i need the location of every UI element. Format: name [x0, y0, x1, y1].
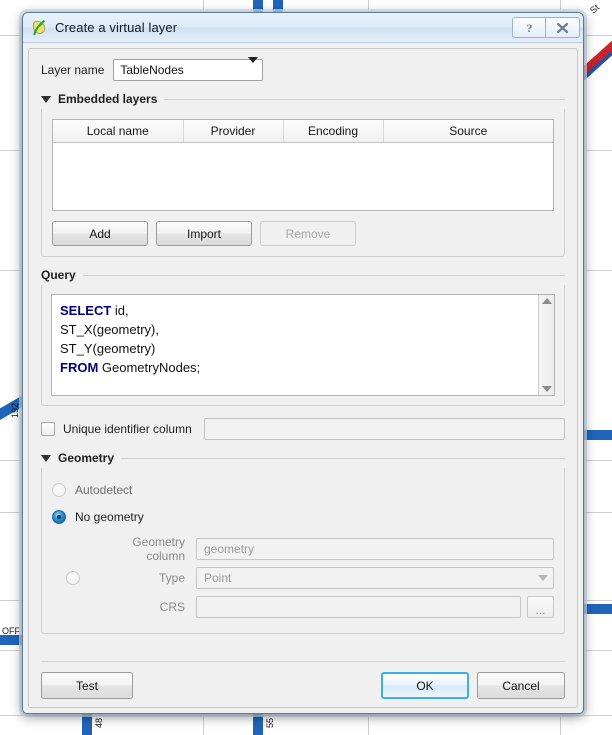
geometry-fields: Geometry column geometry Type Point CRS …	[52, 534, 554, 621]
geometry-column-value: geometry	[204, 541, 255, 556]
autodetect-label: Autodetect	[75, 482, 133, 497]
unique-identifier-checkbox[interactable]	[41, 422, 55, 436]
radio-autodetect[interactable]	[52, 482, 66, 497]
query-title: Query	[41, 268, 76, 282]
remove-button: Remove	[260, 221, 356, 246]
query-group: SELECT id, ST_X(geometry), ST_Y(geometry…	[41, 285, 565, 406]
radio-holder	[66, 570, 92, 585]
add-button[interactable]: Add	[52, 221, 148, 246]
svg-text:?: ?	[526, 21, 532, 35]
geometry-type-value: Point	[204, 570, 232, 585]
embedded-layers-group: Local name Provider Encoding Source Add …	[41, 109, 565, 257]
layer-name-combobox[interactable]: TableNodes	[113, 57, 264, 81]
table-header-row: Local name Provider Encoding Source	[53, 120, 553, 143]
map-label: 55	[265, 717, 275, 728]
unique-identifier-input	[203, 418, 565, 440]
crs-browse-button: ...	[527, 595, 554, 618]
column-header-local-name[interactable]: Local name	[53, 120, 184, 143]
geometry-type-label: Type	[158, 570, 185, 585]
chevron-down-icon	[248, 57, 259, 77]
create-virtual-layer-dialog: Create a virtual layer ? Layer name Tabl…	[22, 12, 584, 714]
collapse-triangle-icon[interactable]	[41, 95, 51, 103]
chevron-down-icon	[538, 574, 548, 581]
radio-geometry-type	[66, 570, 80, 585]
column-header-provider[interactable]: Provider	[183, 120, 284, 143]
help-button[interactable]: ?	[512, 17, 546, 38]
crs-input	[196, 595, 521, 618]
crs-label: CRS	[159, 599, 185, 614]
close-icon[interactable]	[546, 17, 580, 38]
geometry-column-row: Geometry column geometry	[66, 534, 554, 563]
titlebar-buttons: ?	[512, 17, 580, 38]
layer-name-label: Layer name	[41, 63, 105, 77]
import-button[interactable]: Import	[156, 221, 252, 246]
cancel-button[interactable]: Cancel	[477, 672, 565, 699]
dialog-body: Layer name TableNodes Embedded layers Lo…	[28, 48, 578, 708]
column-header-source[interactable]: Source	[383, 120, 553, 143]
geometry-crs-row: CRS ...	[66, 592, 554, 621]
group-divider	[164, 98, 565, 100]
geometry-group: Autodetect No geometry Geometry column g…	[41, 468, 565, 634]
unique-identifier-row: Unique identifier column	[41, 418, 565, 440]
query-editor[interactable]: SELECT id, ST_X(geometry), ST_Y(geometry…	[51, 294, 555, 396]
geometry-title: Geometry	[58, 451, 115, 465]
embedded-layers-title: Embedded layers	[58, 92, 158, 106]
dialog-titlebar[interactable]: Create a virtual layer ?	[23, 13, 583, 43]
embedded-layers-table[interactable]: Local name Provider Encoding Source	[52, 119, 554, 211]
embedded-layers-buttons: Add Import Remove	[52, 221, 554, 246]
map-label: OFF	[2, 626, 20, 636]
map-label: St	[588, 2, 602, 16]
scroll-down-icon[interactable]	[541, 386, 552, 392]
no-geometry-label: No geometry	[75, 509, 144, 524]
geometry-type-combobox: Point	[196, 566, 554, 589]
scroll-up-icon[interactable]	[541, 298, 552, 304]
query-scrollbar[interactable]	[538, 295, 554, 395]
map-label: 48	[94, 717, 104, 728]
dialog-footer: Test OK Cancel	[41, 661, 565, 699]
test-button[interactable]: Test	[41, 672, 133, 699]
query-header: Query	[41, 268, 565, 282]
map-label: 192	[10, 402, 20, 418]
geometry-header[interactable]: Geometry	[41, 451, 565, 465]
geometry-option-autodetect[interactable]: Autodetect	[52, 476, 554, 503]
unique-identifier-label: Unique identifier column	[63, 422, 192, 436]
radio-no-geometry[interactable]	[52, 509, 66, 524]
layer-name-value: TableNodes	[120, 63, 184, 77]
group-divider	[121, 457, 565, 459]
ok-button[interactable]: OK	[381, 672, 469, 699]
geometry-column-label: Geometry column	[132, 534, 185, 563]
geometry-column-input: geometry	[196, 537, 554, 560]
sql-text[interactable]: SELECT id, ST_X(geometry), ST_Y(geometry…	[52, 295, 538, 395]
layer-name-row: Layer name TableNodes	[41, 57, 565, 81]
column-header-encoding[interactable]: Encoding	[283, 120, 384, 143]
embedded-layers-header[interactable]: Embedded layers	[41, 92, 565, 106]
geometry-option-no-geometry[interactable]: No geometry	[52, 503, 554, 530]
qgis-logo-icon	[31, 19, 48, 36]
geometry-type-row: Type Point	[66, 563, 554, 592]
dialog-title: Create a virtual layer	[55, 20, 178, 35]
group-divider	[82, 274, 565, 276]
collapse-triangle-icon[interactable]	[41, 454, 51, 462]
